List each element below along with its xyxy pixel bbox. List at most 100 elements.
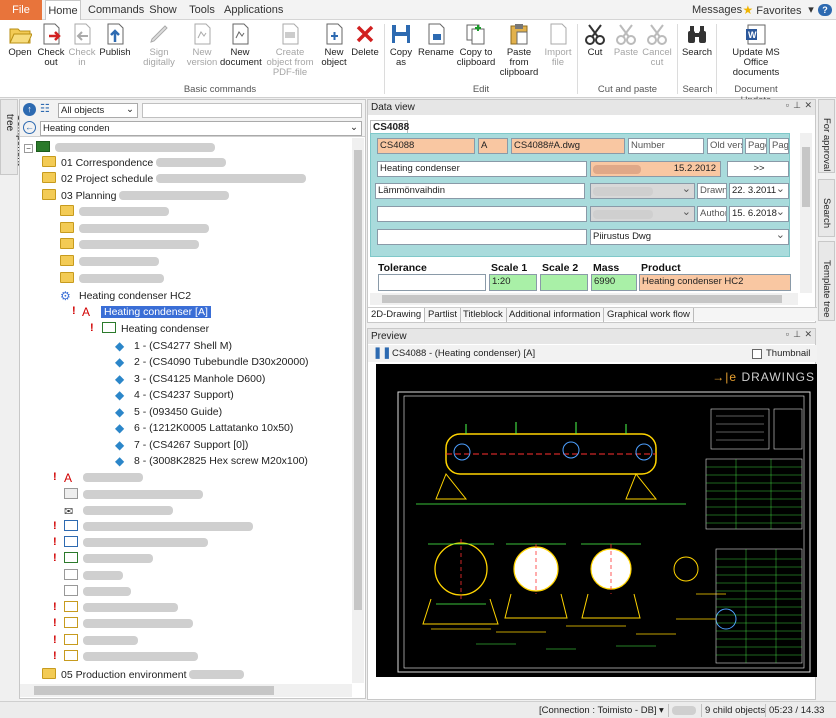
- open-button[interactable]: Open: [4, 22, 36, 58]
- expander[interactable]: −: [24, 144, 33, 153]
- new-version-button[interactable]: New version: [186, 22, 218, 68]
- mass-field[interactable]: 6990: [591, 274, 637, 291]
- tab-applications[interactable]: Applications: [224, 0, 283, 20]
- tree-item[interactable]: ⚙ Heating condenser HC2: [60, 288, 191, 304]
- tree-search-input[interactable]: Heating conden ⌄: [40, 121, 362, 136]
- tree-item[interactable]: [64, 487, 203, 503]
- tree-item[interactable]: [64, 600, 178, 616]
- back-arrow-icon[interactable]: ←: [23, 121, 36, 134]
- name-field[interactable]: Heating condenser: [377, 161, 587, 177]
- template-tree-tab[interactable]: Template tree: [818, 241, 835, 321]
- tree-item[interactable]: [60, 237, 199, 253]
- tree-scrollbar-horizontal[interactable]: [20, 684, 352, 697]
- update-office-documents-button[interactable]: W Update MS Office documents: [720, 22, 792, 78]
- date-field[interactable]: 15.2.2012: [590, 161, 721, 177]
- scroll-thumb[interactable]: [382, 295, 782, 303]
- number-field[interactable]: Number: [628, 138, 704, 154]
- tree-item[interactable]: [64, 633, 138, 649]
- code-field[interactable]: CS4088: [377, 138, 475, 154]
- tree-item[interactable]: ✉: [64, 503, 173, 519]
- page-field[interactable]: Page: [745, 138, 767, 154]
- revision-field[interactable]: A: [478, 138, 508, 154]
- author-date-field[interactable]: 15. 6.2018: [729, 206, 789, 222]
- scale1-field[interactable]: 1:20: [489, 274, 537, 291]
- tree-item[interactable]: 05 Production environment: [42, 667, 245, 683]
- tolerance-field[interactable]: [378, 274, 486, 291]
- tab-tools[interactable]: Tools: [186, 0, 218, 20]
- messages-menu[interactable]: Messages: [692, 0, 742, 20]
- tree-item[interactable]: [64, 584, 131, 600]
- tab-additional-information[interactable]: Additional information: [506, 308, 605, 322]
- new-object-button[interactable]: New object: [320, 22, 348, 68]
- scale2-field[interactable]: [540, 274, 588, 291]
- drawing-preview[interactable]: →|e DRAWINGS: [376, 364, 819, 677]
- tree-item[interactable]: [64, 519, 253, 535]
- tree-item[interactable]: 03 Planning: [42, 188, 230, 204]
- tree-item-selected[interactable]: A Heating condenser [A]: [82, 304, 212, 320]
- file-field[interactable]: CS4088#A.dwg: [511, 138, 625, 154]
- form-scrollbar-vertical[interactable]: [800, 133, 812, 293]
- pin-icon[interactable]: ⊥: [793, 329, 801, 340]
- scroll-thumb[interactable]: [34, 686, 274, 695]
- up-arrow-icon[interactable]: ↑: [23, 103, 36, 116]
- delete-button[interactable]: Delete: [349, 22, 381, 58]
- tab-commands[interactable]: Commands: [88, 0, 144, 20]
- tree-item[interactable]: [60, 221, 209, 237]
- favorites-menu[interactable]: ★ Favorites: [741, 0, 803, 20]
- tree-item[interactable]: ◆ 5 - (093450 Guide): [115, 404, 222, 420]
- tree-scrollbar-vertical[interactable]: [352, 138, 364, 683]
- form-scrollbar-horizontal[interactable]: [370, 293, 798, 305]
- tree-item[interactable]: ◆ 6 - (1212K0005 Lattatanko 10x50): [115, 420, 293, 436]
- status-select[interactable]: [590, 183, 695, 199]
- rename-button[interactable]: Rename: [418, 22, 454, 58]
- tree-item[interactable]: [64, 568, 123, 584]
- check-out-button[interactable]: Check out: [36, 22, 66, 68]
- page-count-field[interactable]: Page: [769, 138, 789, 154]
- search-tab[interactable]: Search: [818, 179, 835, 237]
- create-object-from-pdf-button[interactable]: Create object from PDF-file: [262, 22, 318, 78]
- publish-button[interactable]: Publish: [98, 22, 132, 58]
- pin-icon[interactable]: ⊥: [793, 100, 801, 111]
- tree-item[interactable]: [64, 616, 193, 632]
- tree-item[interactable]: [60, 254, 159, 270]
- close-icon[interactable]: ✕: [804, 329, 812, 340]
- tree-item[interactable]: ◆ 7 - (CS4267 Support [0]): [115, 437, 248, 453]
- scroll-thumb[interactable]: [354, 150, 362, 610]
- thumbnail-checkbox[interactable]: [752, 349, 762, 359]
- dropdown-icon[interactable]: ▫: [786, 100, 789, 110]
- tab-titleblock[interactable]: Titleblock: [460, 308, 507, 322]
- tree-item[interactable]: ◆ 8 - (3008K2825 Hex screw M20x100): [115, 453, 308, 469]
- chevron-down-icon[interactable]: ▾: [656, 704, 666, 717]
- cancel-cut-button[interactable]: Cancel cut: [642, 22, 672, 68]
- new-document-button[interactable]: New document: [220, 22, 262, 68]
- copy-to-clipboard-button[interactable]: Copy to clipboard: [456, 22, 496, 68]
- tab-partlist[interactable]: Partlist: [425, 308, 462, 322]
- tree-item[interactable]: [60, 271, 164, 287]
- pause-icon[interactable]: ❚❚: [373, 345, 391, 362]
- tree-item[interactable]: Heating condenser: [102, 321, 209, 337]
- document-type-select[interactable]: Piirustus Dwg: [590, 229, 789, 245]
- old-version-field[interactable]: Old versi: [707, 138, 743, 154]
- description-field[interactable]: [377, 206, 587, 222]
- sign-digitally-button[interactable]: Sign digitally: [133, 22, 185, 68]
- tree-item[interactable]: ◆ 1 - (CS4277 Shell M): [115, 338, 232, 354]
- object-filter-select[interactable]: All objects ⌄: [58, 103, 138, 118]
- more-button[interactable]: >>: [727, 161, 789, 177]
- help-icon[interactable]: ?: [818, 4, 832, 16]
- product-field[interactable]: Heating condenser HC2: [639, 274, 791, 291]
- tree-view-icon[interactable]: ☷: [40, 103, 53, 116]
- dropdown-icon[interactable]: ▫: [786, 329, 789, 339]
- check-in-button[interactable]: Check in: [67, 22, 97, 68]
- for-approval-tab[interactable]: For approval: [818, 99, 835, 173]
- tree-item[interactable]: ◆ 3 - (CS4125 Manhole D600): [115, 371, 265, 387]
- name-fi-field[interactable]: Lämmönvaihdin: [375, 183, 585, 199]
- tree-item[interactable]: [64, 649, 198, 665]
- cut-button[interactable]: Cut: [580, 22, 610, 58]
- component-tree-tab[interactable]: Component tree: [0, 99, 26, 175]
- tree-root[interactable]: −: [24, 140, 215, 156]
- tab-graphical-work-flow[interactable]: Graphical work flow: [604, 308, 694, 322]
- tab-2d-drawing[interactable]: 2D-Drawing: [368, 308, 426, 322]
- import-file-button[interactable]: Import file: [542, 22, 574, 68]
- tree-item[interactable]: [64, 551, 153, 567]
- tab-show[interactable]: Show: [148, 0, 178, 20]
